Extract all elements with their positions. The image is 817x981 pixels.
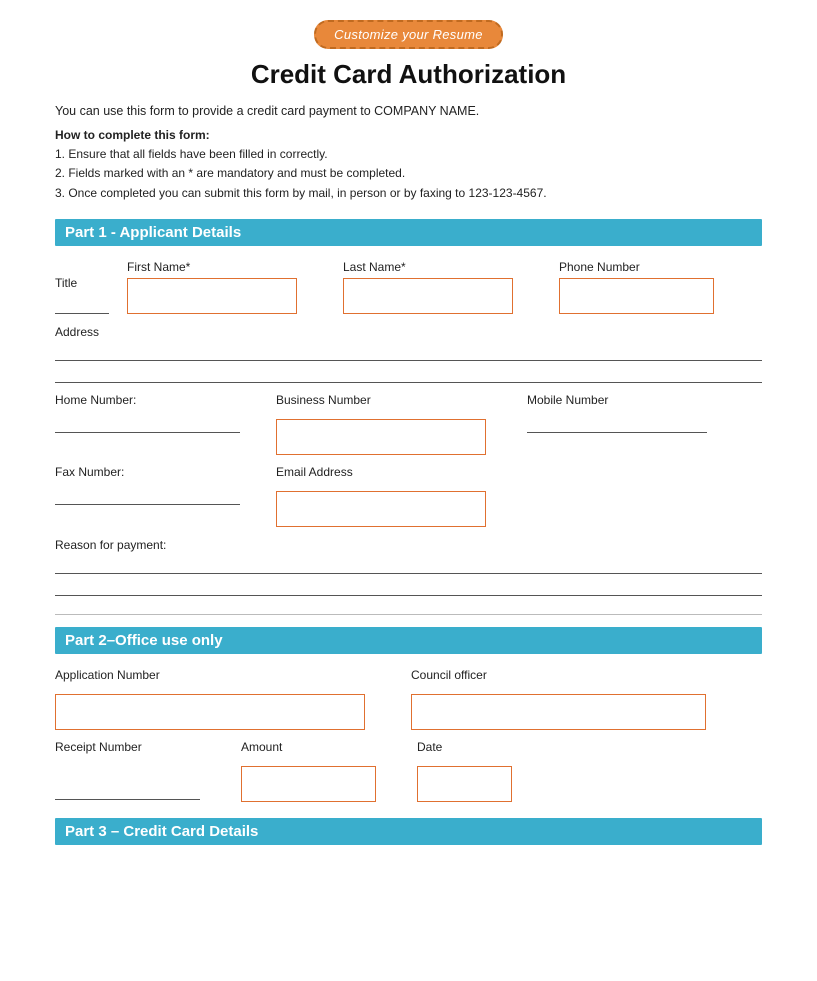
reason-section: Reason for payment: xyxy=(55,537,762,596)
email-address-group: Email Address xyxy=(276,465,491,527)
app-number-input[interactable] xyxy=(55,694,365,730)
mobile-number-line xyxy=(527,415,707,433)
address-line2 xyxy=(55,365,762,383)
business-number-input[interactable] xyxy=(276,419,486,455)
amount-group: Amount xyxy=(241,740,381,802)
fax-number-group: Fax Number: xyxy=(55,465,240,509)
how-to-step3: 3. Once completed you can submit this fo… xyxy=(55,186,547,200)
home-number-line xyxy=(55,415,240,433)
date-group: Date xyxy=(417,740,517,802)
council-officer-input[interactable] xyxy=(411,694,706,730)
email-address-label: Email Address xyxy=(276,465,491,479)
title-label: Title xyxy=(55,276,109,290)
fax-number-line xyxy=(55,487,240,505)
home-number-label: Home Number: xyxy=(55,393,240,407)
date-label: Date xyxy=(417,740,517,754)
lastname-label: Last Name* xyxy=(343,260,523,274)
amount-input[interactable] xyxy=(241,766,376,802)
form-title: Credit Card Authorization xyxy=(55,59,762,90)
title-field-group: Title xyxy=(55,276,109,314)
address-label: Address xyxy=(55,325,99,339)
fax-number-label: Fax Number: xyxy=(55,465,240,479)
app-number-group: Application Number xyxy=(55,668,375,730)
form-page: Customize your Resume Credit Card Author… xyxy=(0,0,817,981)
part1-header: Part 1 - Applicant Details xyxy=(55,219,762,246)
app-number-label: Application Number xyxy=(55,668,375,682)
how-to-title: How to complete this form: xyxy=(55,128,210,142)
reason-label: Reason for payment: xyxy=(55,538,166,552)
intro-text: You can use this form to provide a credi… xyxy=(55,104,762,118)
council-officer-group: Council officer xyxy=(411,668,711,730)
office-row1: Application Number Council officer xyxy=(55,668,762,730)
customize-btn-wrap: Customize your Resume xyxy=(55,20,762,49)
address-line1 xyxy=(55,343,762,361)
office-row2: Receipt Number Amount Date xyxy=(55,740,762,804)
council-officer-label: Council officer xyxy=(411,668,711,682)
firstname-input[interactable] xyxy=(127,278,297,314)
business-number-label: Business Number xyxy=(276,393,491,407)
reason-line2 xyxy=(55,578,762,596)
section-divider xyxy=(55,614,762,615)
date-input[interactable] xyxy=(417,766,512,802)
customize-button[interactable]: Customize your Resume xyxy=(314,20,503,49)
receipt-number-group: Receipt Number xyxy=(55,740,205,804)
business-number-group: Business Number xyxy=(276,393,491,455)
how-to-step2: 2. Fields marked with an * are mandatory… xyxy=(55,166,405,180)
part2-header: Part 2–Office use only xyxy=(55,627,762,654)
address-section: Address xyxy=(55,324,762,383)
email-address-input[interactable] xyxy=(276,491,486,527)
how-to-step1: 1. Ensure that all fields have been fill… xyxy=(55,147,328,161)
home-number-group: Home Number: xyxy=(55,393,240,437)
numbers-row2: Fax Number: Email Address xyxy=(55,465,762,527)
phone-input[interactable] xyxy=(559,278,714,314)
part3-header: Part 3 – Credit Card Details xyxy=(55,818,762,845)
mobile-number-label: Mobile Number xyxy=(527,393,707,407)
lastname-field-group: Last Name* xyxy=(343,260,523,314)
firstname-label: First Name* xyxy=(127,260,307,274)
name-row: Title First Name* Last Name* Phone Numbe… xyxy=(55,260,762,314)
lastname-input[interactable] xyxy=(343,278,513,314)
numbers-row1: Home Number: Business Number Mobile Numb… xyxy=(55,393,762,455)
title-input[interactable] xyxy=(55,294,109,314)
phone-field-group: Phone Number xyxy=(559,260,721,314)
mobile-number-group: Mobile Number xyxy=(527,393,707,437)
firstname-field-group: First Name* xyxy=(127,260,307,314)
amount-label: Amount xyxy=(241,740,381,754)
receipt-number-line xyxy=(55,782,200,800)
how-to-section: How to complete this form: 1. Ensure tha… xyxy=(55,126,762,203)
phone-label: Phone Number xyxy=(559,260,721,274)
reason-line1 xyxy=(55,556,762,574)
receipt-number-label: Receipt Number xyxy=(55,740,205,754)
